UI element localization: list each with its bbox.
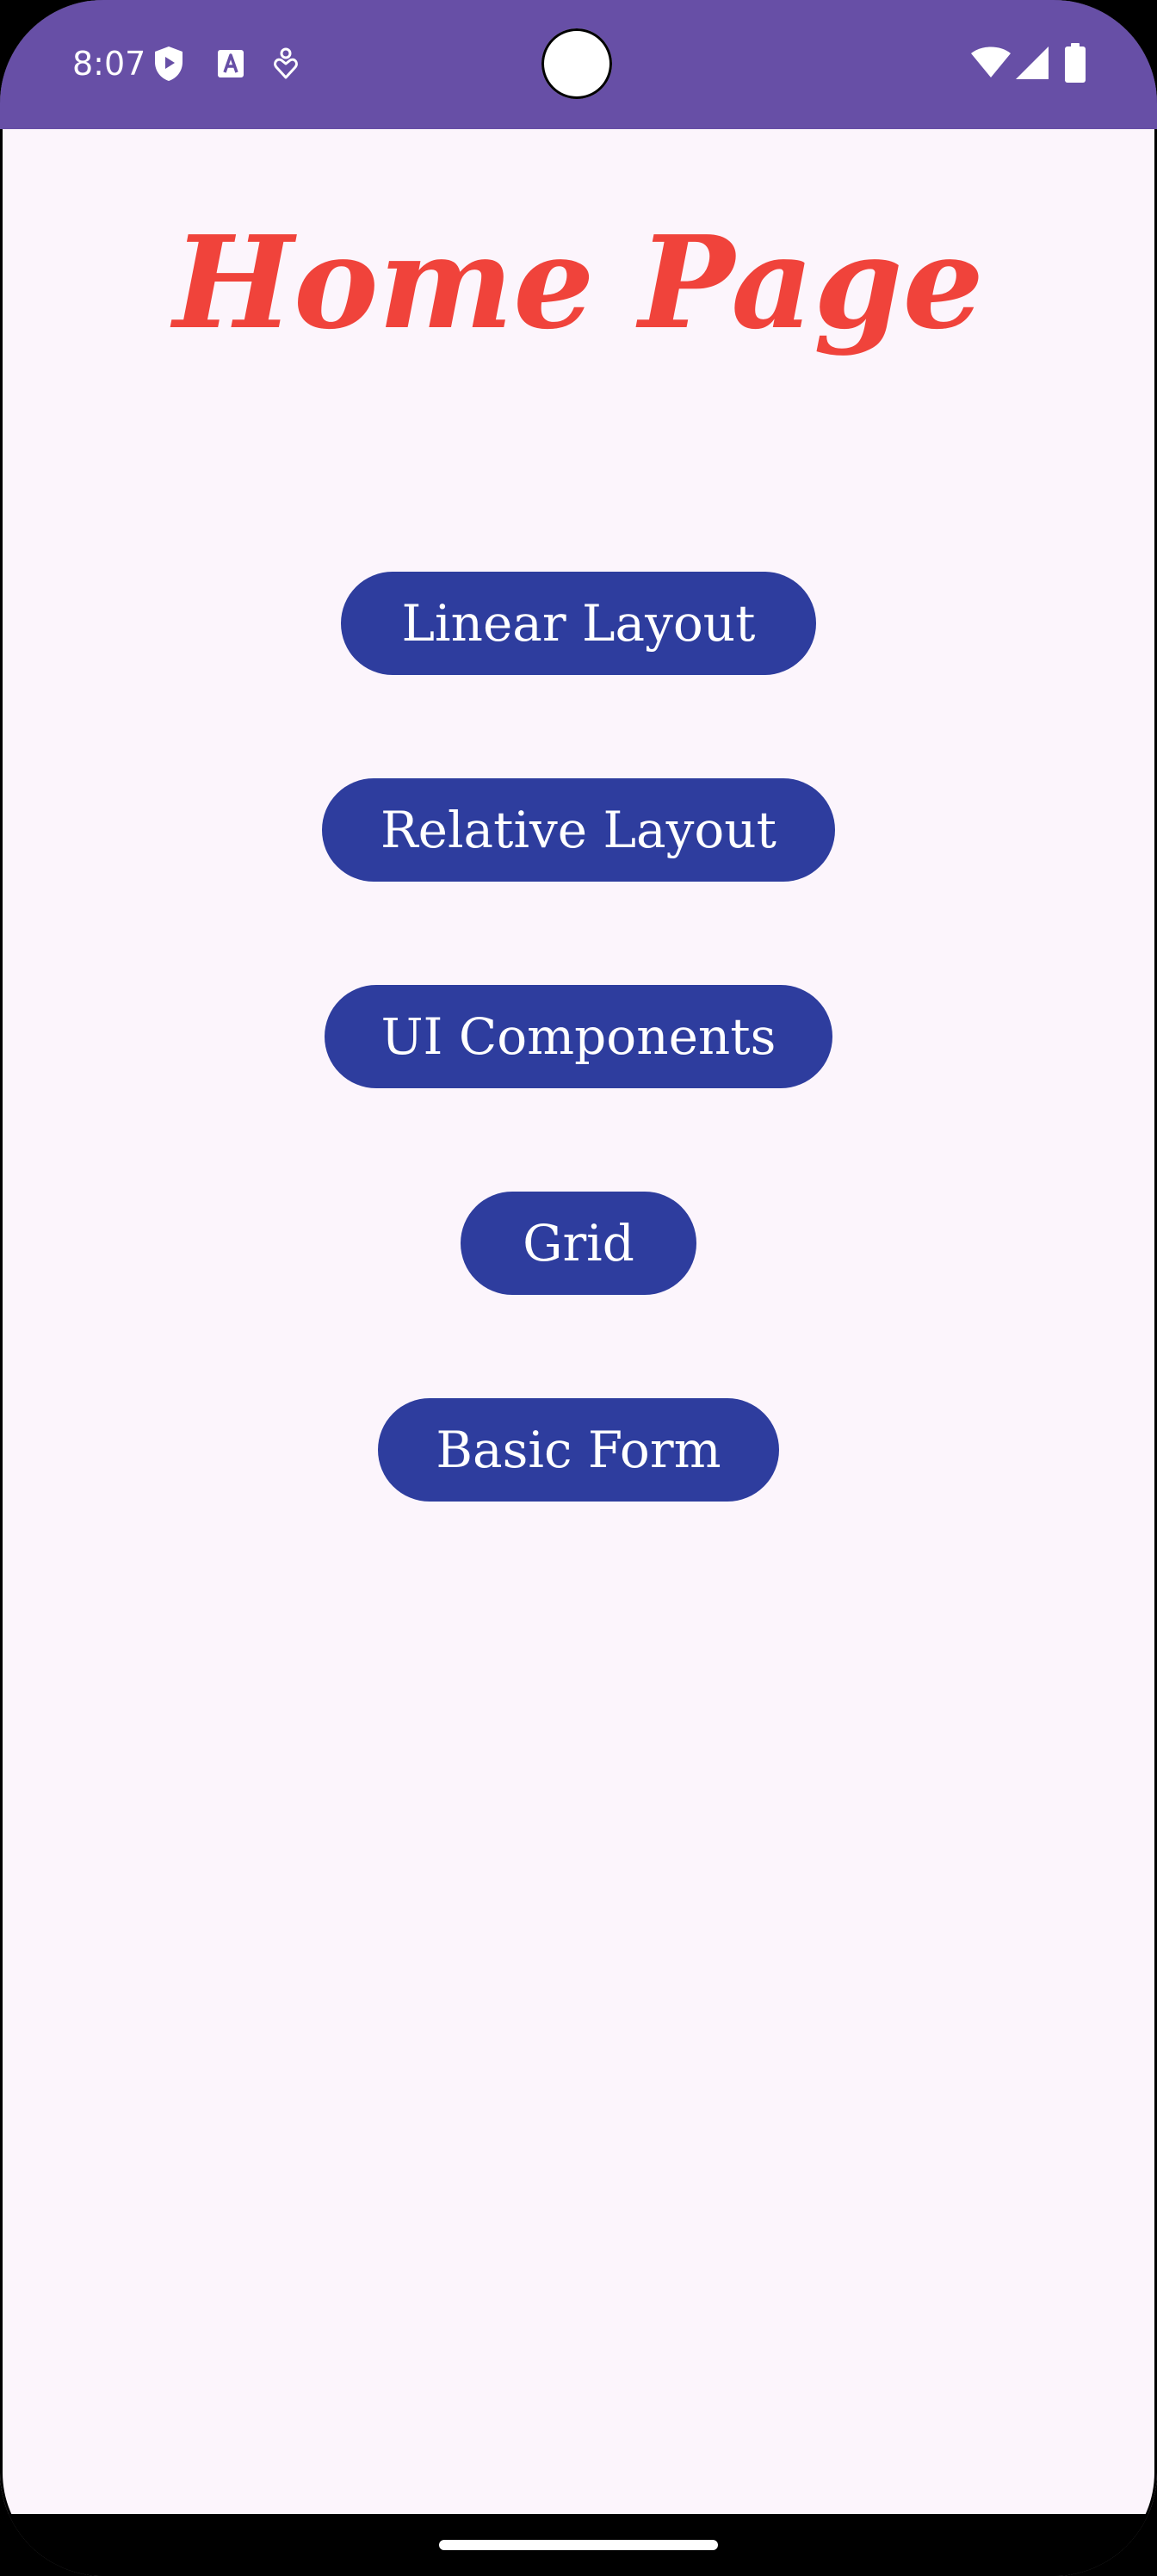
text-a-icon: [218, 50, 244, 77]
status-bar: 8:07: [0, 0, 1157, 129]
wifi-icon: [971, 46, 1011, 77]
ui-components-button[interactable]: UI Components: [325, 985, 832, 1088]
heart-pin-icon: [274, 47, 298, 79]
shield-play-icon: [155, 46, 183, 81]
signal-icon: [1016, 46, 1049, 79]
linear-layout-button[interactable]: Linear Layout: [341, 572, 816, 675]
relative-layout-button[interactable]: Relative Layout: [322, 778, 835, 882]
grid-button[interactable]: Grid: [461, 1192, 696, 1295]
basic-form-button[interactable]: Basic Form: [378, 1398, 779, 1502]
battery-icon: [1065, 43, 1086, 83]
status-time: 8:07: [72, 45, 146, 83]
page-title: Home Page: [173, 207, 984, 357]
home-gesture-handle[interactable]: [439, 2540, 718, 2550]
front-camera: [541, 28, 612, 99]
device-screen: 8:07 Home Page Linear Layout Relative La…: [0, 0, 1157, 2576]
